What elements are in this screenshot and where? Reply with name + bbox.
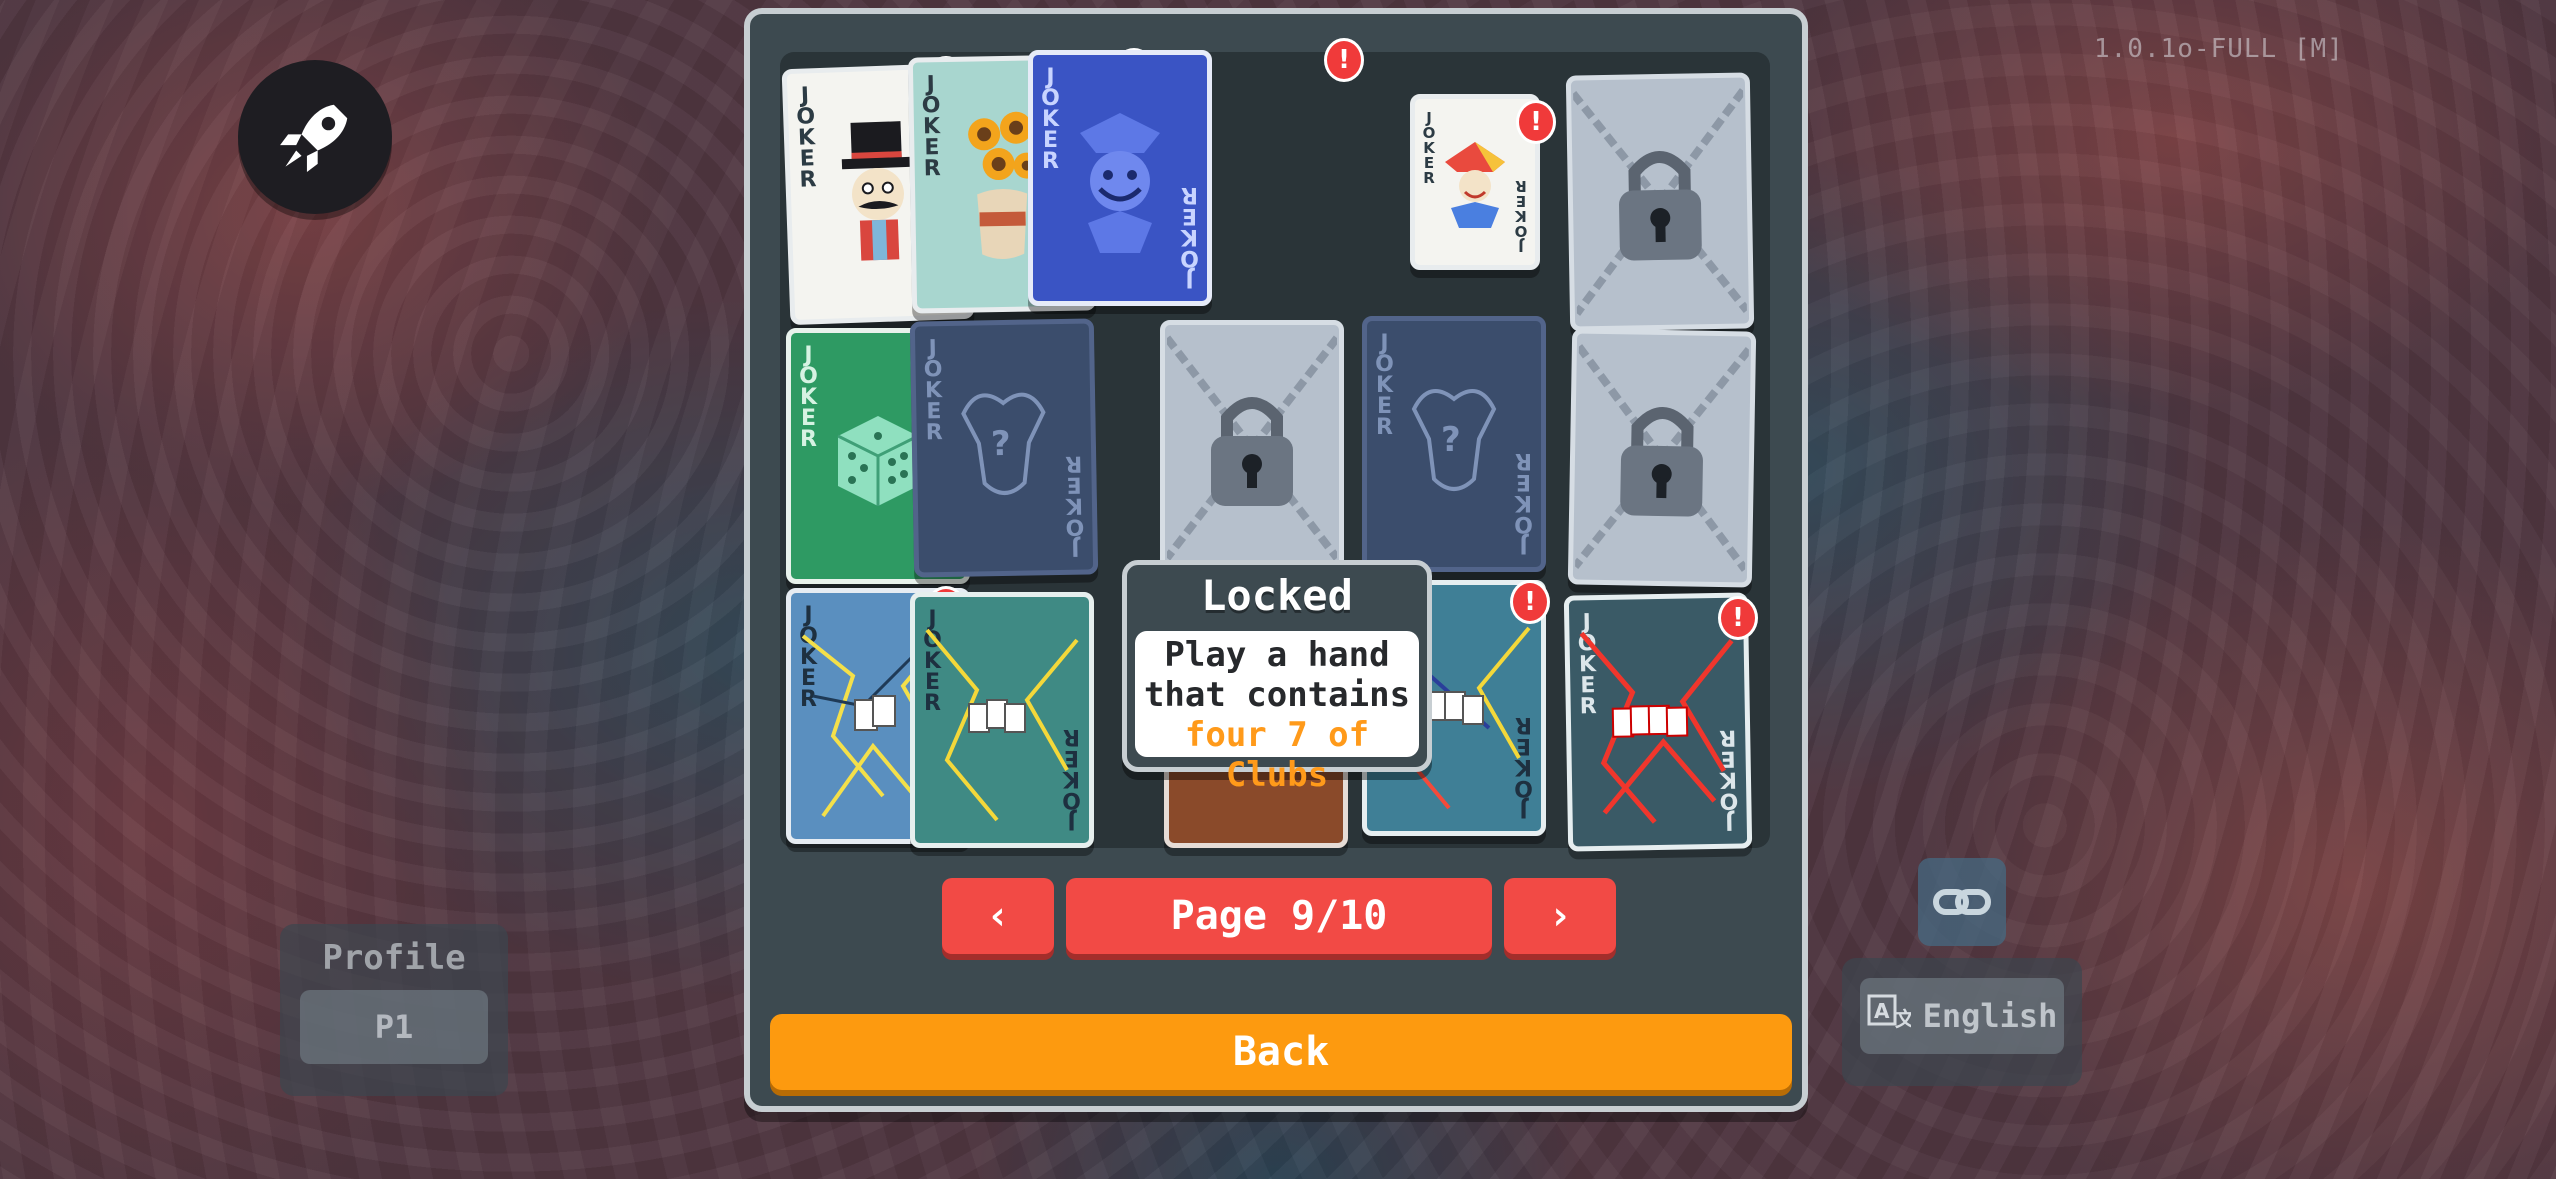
svg-text:文: 文 <box>1895 1007 1911 1031</box>
question-jester-silhouette: ? <box>915 324 1093 573</box>
joker-card-locked[interactable] <box>1160 320 1344 576</box>
new-badge: ! <box>1516 100 1556 144</box>
language-button[interactable]: A 文 English <box>1860 978 2064 1054</box>
question-jester-silhouette: ? <box>1367 321 1541 567</box>
joker-card-undiscovered[interactable]: JOKER JOKER ? <box>1362 316 1546 572</box>
cracked-cards-art <box>1569 598 1747 847</box>
rocket-button[interactable] <box>238 60 392 214</box>
next-page-button[interactable]: › <box>1504 878 1616 954</box>
blue-jester-art <box>1033 55 1207 301</box>
tooltip-line: that contains <box>1143 675 1411 715</box>
new-badge: ! <box>1324 38 1364 82</box>
version-label: 1.0.1o-FULL [M] <box>2094 34 2344 64</box>
language-label: English <box>1922 997 2058 1035</box>
translate-icon: A 文 <box>1867 992 1916 1040</box>
tooltip-title: Locked <box>1201 571 1353 620</box>
page-indicator[interactable]: Page 9/10 <box>1066 878 1492 954</box>
joker-card-locked[interactable] <box>1567 328 1757 588</box>
rocket-icon <box>280 104 348 172</box>
tooltip-highlight: four 7 of Clubs <box>1184 715 1370 795</box>
svg-text:?: ? <box>991 424 1011 464</box>
language-panel: A 文 English <box>1842 958 2082 1086</box>
svg-text:A: A <box>1874 999 1890 1023</box>
padlock-chains-art <box>1571 78 1749 327</box>
joker-card-blue-jester[interactable]: JOKER JOKER <box>1028 50 1212 306</box>
locked-tooltip: Locked Play a hand that contains four 7 … <box>1122 560 1432 795</box>
profile-panel: Profile P1 <box>280 924 508 1096</box>
new-badge: ! <box>1510 580 1550 624</box>
link-icon <box>1933 889 1991 915</box>
cracked-cards-art <box>915 597 1089 843</box>
tooltip-line: Play a hand <box>1164 635 1390 675</box>
profile-label: Profile <box>322 938 466 978</box>
profile-button[interactable]: P1 <box>300 990 488 1064</box>
back-button[interactable]: Back <box>770 1014 1792 1090</box>
link-button[interactable] <box>1918 858 2006 946</box>
new-badge: ! <box>1718 596 1758 640</box>
joker-card-locked[interactable] <box>1565 72 1755 332</box>
joker-card-cracked-green-yellow[interactable]: JOKER JOKER <box>910 592 1094 848</box>
svg-text:?: ? <box>1441 420 1461 460</box>
tooltip-body: Play a hand that contains four 7 of Club… <box>1135 631 1419 795</box>
padlock-chains-art <box>1573 334 1751 583</box>
joker-card-undiscovered[interactable]: JOKER JOKER ? <box>909 318 1099 578</box>
padlock-chains-art <box>1165 325 1339 571</box>
prev-page-button[interactable]: ‹ <box>942 878 1054 954</box>
